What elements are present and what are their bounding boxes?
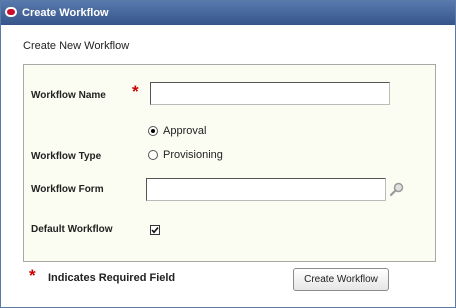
workflow-type-label: Workflow Type	[31, 151, 102, 162]
create-workflow-dialog: Create Workflow Create New Workflow Work…	[0, 0, 456, 308]
form-subtitle: Create New Workflow	[23, 40, 130, 52]
default-workflow-checkbox[interactable]	[150, 225, 160, 235]
workflow-name-label: Workflow Name	[31, 90, 106, 101]
default-workflow-label: Default Workflow	[31, 224, 113, 235]
required-field-note: Indicates Required Field	[48, 272, 176, 284]
search-icon[interactable]	[389, 181, 405, 200]
approval-radio[interactable]	[148, 126, 158, 136]
provisioning-radio-label: Provisioning	[163, 149, 223, 161]
form-panel: Workflow Name * Approval Workflow Type P…	[23, 64, 436, 262]
oracle-logo-icon	[5, 7, 17, 17]
required-star: *	[29, 266, 36, 285]
workflow-form-label: Workflow Form	[31, 184, 104, 195]
approval-radio-label: Approval	[163, 125, 207, 137]
create-workflow-button[interactable]: Create Workflow	[293, 268, 389, 291]
window-title: Create Workflow	[22, 7, 109, 19]
title-bar: Create Workflow	[1, 1, 455, 25]
provisioning-radio[interactable]	[148, 150, 158, 160]
workflow-form-input[interactable]	[146, 178, 386, 201]
workflow-name-input[interactable]	[150, 82, 390, 105]
required-star: *	[132, 82, 139, 101]
